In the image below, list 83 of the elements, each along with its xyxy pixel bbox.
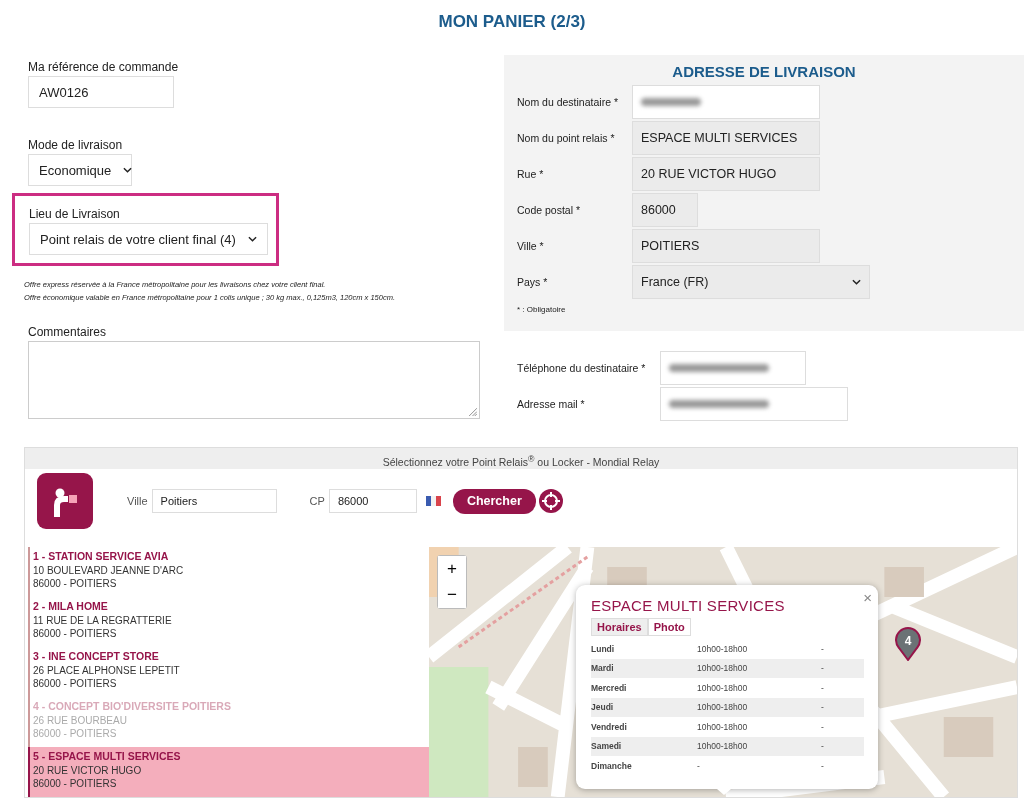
- reference-field[interactable]: AW0126: [28, 76, 174, 108]
- address-field[interactable]: 20 RUE VICTOR HUGO: [632, 157, 820, 191]
- relay-point-street: 26 PLACE ALPHONSE LEPETIT: [33, 664, 181, 677]
- relay-point-city: 86000 - POITIERS: [33, 727, 118, 740]
- field-label: Téléphone du destinataire *: [517, 362, 647, 374]
- day-cell-text: Lundi: [591, 643, 616, 654]
- country-select[interactable]: France (FR): [632, 265, 870, 299]
- map-marker[interactable]: 4: [895, 627, 921, 661]
- relay-header: Sélectionnez votre Point Relais$^{®}$ ou Locker - Mondial Relay: [25, 448, 1017, 469]
- chevron-icon: [247, 236, 257, 242]
- chevron-icon: [852, 279, 861, 285]
- field-label: Lieu de Livraison: [29, 207, 120, 221]
- relay-point-name: 3 - INE CONCEPT STORE: [33, 649, 160, 664]
- relay-point-name: 2 - MILA HOME: [33, 599, 109, 614]
- hours-cell-text: 10h00-18h00: [697, 702, 749, 713]
- contact-field[interactable]: [660, 387, 848, 421]
- hours-cell: -: [821, 721, 824, 732]
- field-label: Nom du destinataire *: [517, 96, 619, 108]
- field-label: Pays *: [517, 276, 549, 288]
- city-field[interactable]: Poitiers: [151, 489, 277, 513]
- postcode-field[interactable]: 86000: [328, 489, 417, 513]
- required-note: * : Obligatoire: [517, 305, 567, 314]
- relay-point-city: 86000 - POITIERS: [33, 777, 118, 790]
- day-cell-text: Vendredi: [591, 721, 628, 732]
- relay-point-city: 86000 - POITIERS: [33, 577, 118, 590]
- hours-cell: -: [821, 682, 824, 693]
- field-label: Rue *: [517, 168, 545, 180]
- comments-field[interactable]: [28, 341, 480, 419]
- relay-point-city: 86000 - POITIERS: [33, 627, 118, 640]
- field-label: Mode de livraison: [28, 138, 123, 152]
- relay-point-street: 11 RUE DE LA REGRATTERIE: [33, 614, 173, 627]
- relay-point-name: 5 - ESPACE MULTI SERVICES: [33, 749, 182, 764]
- relay-point-name: 4 - CONCEPT BIO'DIVERSITE POITIERS: [33, 699, 232, 714]
- relay-point-street: 10 BOULEVARD JEANNE D'ARC: [33, 564, 185, 577]
- address-field[interactable]: [632, 85, 820, 119]
- field-label: Commentaires: [28, 325, 107, 339]
- flag-icon: [425, 496, 441, 506]
- blurred-value: [641, 98, 701, 106]
- hours-cell-text: 10h00-18h00: [697, 663, 749, 674]
- hours-cell: -: [821, 663, 824, 674]
- hours-cell-text: 10h00-18h00: [697, 721, 749, 732]
- field-label: Nom du point relais *: [517, 132, 616, 144]
- contact-field[interactable]: [660, 351, 806, 385]
- chevron-icon: [123, 167, 133, 173]
- day-cell-text: Mercredi: [591, 682, 628, 693]
- day-cell-text: Samedi: [591, 741, 623, 752]
- relay-point-name: 1 - STATION SERVICE AVIA: [33, 549, 170, 564]
- popup-tab[interactable]: Photo: [647, 618, 691, 636]
- popup-title: ESPACE MULTI SERVICES: [591, 597, 786, 614]
- hours-cell: -: [821, 741, 824, 752]
- field-label: Adresse mail *: [517, 398, 586, 410]
- address-field[interactable]: 86000: [632, 193, 698, 227]
- hours-cell: -: [821, 643, 824, 654]
- page-title: MON PANIER (2/3): [437, 11, 587, 33]
- resize-grip-icon: [468, 407, 477, 416]
- field-label: Ma référence de commande: [28, 60, 179, 74]
- city-label: Ville: [127, 495, 148, 507]
- relay-point-item[interactable]: 5 - ESPACE MULTI SERVICES 20 RUE VICTOR HUGO 86000 - POITIERS: [28, 747, 429, 797]
- relay-point-city: 86000 - POITIERS: [33, 677, 118, 690]
- field-label: Ville *: [517, 240, 545, 252]
- field-label: Code postal *: [517, 204, 582, 216]
- postcode-label: CP: [309, 495, 325, 507]
- delivery-mode-select[interactable]: Economique: [28, 154, 132, 186]
- hours-cell: -: [821, 702, 824, 713]
- hours-cell-text: -: [697, 760, 701, 771]
- day-cell-text: Mardi: [591, 663, 615, 674]
- hours-cell-text: 10h00-18h00: [697, 643, 749, 654]
- hours-cell: -: [821, 760, 824, 771]
- day-cell-text: Dimanche: [591, 760, 633, 771]
- close-button[interactable]: ×: [863, 589, 872, 606]
- day-cell-text: Jeudi: [591, 702, 615, 713]
- delivery-place-select[interactable]: Point relais de votre client final (4): [29, 223, 268, 255]
- search-button[interactable]: Chercher: [452, 488, 536, 514]
- address-field[interactable]: POITIERS: [632, 229, 820, 263]
- hours-cell-text: 10h00-18h00: [697, 741, 749, 752]
- popup-tab[interactable]: Horaires: [591, 618, 648, 636]
- relay-point-street: 26 RUE BOURBEAU: [33, 714, 128, 727]
- address-field[interactable]: ESPACE MULTI SERVICES: [632, 121, 820, 155]
- relay-point-street: 20 RUE VICTOR HUGO: [33, 764, 143, 777]
- logo-icon: [37, 473, 93, 529]
- panel-heading: ADRESSE DE LIVRAISON: [671, 63, 857, 80]
- locate-icon[interactable]: [538, 489, 563, 513]
- hours-cell-text: 10h00-18h00: [697, 682, 749, 693]
